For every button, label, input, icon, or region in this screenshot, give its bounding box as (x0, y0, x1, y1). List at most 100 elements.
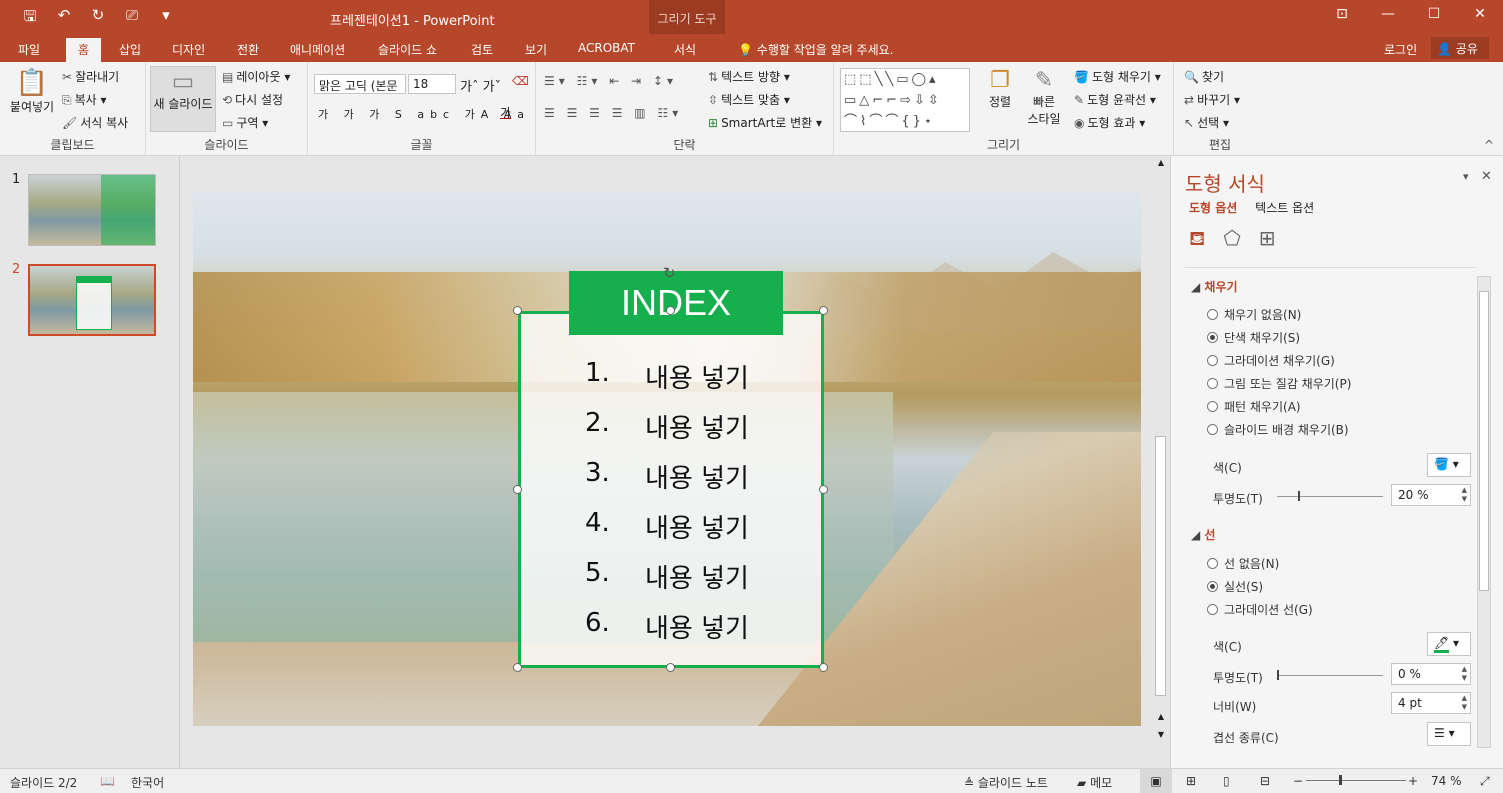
text-direction-button[interactable]: ⇅ 텍스트 방향 ▾ (708, 68, 790, 85)
line-color-button[interactable]: 🖊 ▾ (1427, 632, 1471, 656)
smartart-button[interactable]: ⊞ SmartArt로 변환 ▾ (708, 114, 822, 131)
arrange-button[interactable]: ❐ 정렬 (982, 68, 1018, 110)
zoom-slider[interactable] (1306, 775, 1406, 785)
pane-scrollbar[interactable] (1477, 276, 1491, 748)
tab-shape-options[interactable]: 도형 옵션 (1189, 201, 1237, 215)
compound-type-button[interactable]: ☰ ▾ (1427, 722, 1471, 746)
line-option-solid[interactable]: 실선(S) (1207, 578, 1263, 595)
fill-color-button[interactable]: 🪣 ▾ (1427, 453, 1471, 477)
line-section-header[interactable]: ◢ 선 (1191, 526, 1215, 543)
collapse-ribbon-icon[interactable]: ^ (1484, 138, 1494, 152)
resize-handle[interactable] (666, 306, 675, 315)
resize-handle[interactable] (513, 485, 522, 494)
resize-handle[interactable] (819, 306, 828, 315)
fill-option-picture[interactable]: 그림 또는 질감 채우기(P) (1207, 375, 1351, 392)
zoom-out-icon[interactable]: − (1293, 774, 1303, 788)
spellcheck-icon[interactable]: 📖 (100, 774, 115, 788)
language[interactable]: 한국어 (131, 774, 164, 791)
ribbon-display-icon[interactable]: ⊡ (1330, 6, 1354, 22)
tab-text-options[interactable]: 텍스트 옵션 (1255, 201, 1314, 215)
font-size-combo[interactable]: 18 (408, 74, 456, 94)
select-button[interactable]: ↖ 선택 ▾ (1184, 114, 1229, 131)
tab-home[interactable]: 홈 (66, 38, 102, 62)
resize-handle[interactable] (819, 485, 828, 494)
size-properties-icon[interactable]: ⊞ (1259, 226, 1276, 253)
slider-knob[interactable] (1297, 491, 1300, 501)
tab-design[interactable]: 디자인 (172, 41, 205, 58)
minimize-icon[interactable]: — (1376, 6, 1400, 22)
slide-scrollbar[interactable]: ▲ ▲ ▼ (1153, 156, 1169, 768)
pane-options-icon[interactable]: ▾ (1463, 170, 1469, 183)
scroll-thumb[interactable] (1155, 436, 1166, 696)
zoom-in-icon[interactable]: + (1408, 774, 1418, 788)
tab-animations[interactable]: 애니메이션 (290, 41, 345, 58)
spinner-arrows-icon[interactable]: ▲ ▼ (1462, 694, 1467, 712)
section-button[interactable]: ▭ 구역 ▾ (222, 114, 268, 131)
spinner-arrows-icon[interactable]: ▲ ▼ (1462, 486, 1467, 504)
clear-format-icon[interactable]: ⌫ (512, 74, 529, 88)
format-painter-button[interactable]: 🖌 서식 복사 (62, 114, 128, 131)
quick-styles-button[interactable]: ✎ 빠른 스타일 (1022, 68, 1066, 127)
reading-view-icon[interactable]: ▯ (1223, 774, 1230, 788)
close-icon[interactable]: ✕ (1468, 6, 1492, 22)
fill-option-none[interactable]: 채우기 없음(N) (1207, 306, 1301, 323)
cut-button[interactable]: ✂ 잘라내기 (62, 68, 119, 85)
redo-icon[interactable]: ↻ (88, 6, 108, 31)
line-width-input[interactable]: 4 pt ▲ ▼ (1391, 692, 1471, 714)
tell-me-box[interactable]: 💡 수행할 작업을 알려 주세요. (738, 41, 893, 58)
fill-transparency-slider[interactable] (1277, 491, 1383, 501)
shape-outline-button[interactable]: ✎ 도형 윤곽선 ▾ (1074, 91, 1156, 108)
list-buttons[interactable]: ☰▾ ☷▾ ⇤ ⇥ ↕▾ (544, 74, 677, 88)
font-name-combo[interactable]: 맑은 고딕 (본문 (314, 74, 406, 94)
save-icon[interactable]: 🖫 (20, 6, 40, 31)
reset-button[interactable]: ⟲ 다시 설정 (222, 91, 283, 108)
tab-insert[interactable]: 삽입 (119, 41, 141, 58)
customize-icon[interactable]: ▾ (156, 6, 176, 31)
line-option-none[interactable]: 선 없음(N) (1207, 555, 1279, 572)
fill-option-slide-bg[interactable]: 슬라이드 배경 채우기(B) (1207, 421, 1349, 438)
shape-effects-button[interactable]: ◉ 도형 효과 ▾ (1074, 114, 1145, 131)
line-option-gradient[interactable]: 그라데이션 선(G) (1207, 601, 1313, 618)
maximize-icon[interactable]: ☐ (1422, 6, 1446, 22)
fill-option-pattern[interactable]: 패턴 채우기(A) (1207, 398, 1301, 415)
undo-icon[interactable]: ↶ (54, 6, 74, 31)
sign-in-link[interactable]: 로그인 (1384, 41, 1417, 58)
fill-section-header[interactable]: ◢ 채우기 (1191, 278, 1238, 295)
scroll-up-icon[interactable]: ▲ (1153, 158, 1169, 167)
find-button[interactable]: 🔍 찾기 (1184, 68, 1224, 85)
fill-transparency-input[interactable]: 20 % ▲ ▼ (1391, 484, 1471, 506)
line-transparency-slider[interactable] (1277, 670, 1383, 680)
resize-handle[interactable] (666, 663, 675, 672)
line-transparency-input[interactable]: 0 % ▲ ▼ (1391, 663, 1471, 685)
zoom-knob[interactable] (1339, 775, 1342, 785)
present-icon[interactable]: ⎚ (122, 6, 142, 31)
effects-pentagon-icon[interactable]: ⬠ (1223, 226, 1240, 253)
font-style-buttons[interactable]: 가 가 가 S abc 가A Aa (318, 106, 530, 122)
layout-button[interactable]: ▤ 레이아웃 ▾ (222, 68, 290, 85)
slide-thumbnail-1[interactable] (28, 174, 156, 246)
fill-option-solid[interactable]: 단색 채우기(S) (1207, 329, 1300, 346)
fill-option-gradient[interactable]: 그라데이션 채우기(G) (1207, 352, 1335, 369)
pane-scroll-thumb[interactable] (1479, 291, 1489, 591)
slideshow-icon[interactable]: ⊟ (1260, 774, 1270, 788)
normal-view-icon[interactable]: ▣ (1140, 769, 1172, 793)
copy-button[interactable]: ⎘ 복사 ▾ (62, 91, 107, 108)
notes-button[interactable]: ≜ 슬라이드 노트 (964, 774, 1048, 791)
prev-slide-icon[interactable]: ▲ (1153, 712, 1169, 721)
zoom-level[interactable]: 74 % (1431, 774, 1462, 788)
slider-knob[interactable] (1277, 670, 1279, 680)
shape-fill-button[interactable]: 🪣 도형 채우기 ▾ (1074, 68, 1161, 85)
font-color-icon[interactable]: 가 (500, 104, 511, 121)
tab-review[interactable]: 검토 (471, 41, 493, 58)
next-slide-icon[interactable]: ▼ (1153, 730, 1169, 739)
pane-close-icon[interactable]: ✕ (1481, 169, 1492, 184)
slide-thumbnail-2[interactable] (28, 264, 156, 336)
paste-button[interactable]: 📋 붙여넣기 (6, 68, 58, 115)
rotate-handle-icon[interactable]: ↻ (663, 264, 676, 282)
tab-file[interactable]: 파일 (18, 41, 40, 58)
tab-acrobat[interactable]: ACROBAT (578, 41, 635, 55)
share-button[interactable]: 👤 공유 (1431, 37, 1489, 59)
grow-font-icon[interactable]: 가ˆ 가ˇ (460, 76, 501, 95)
resize-handle[interactable] (513, 663, 522, 672)
comments-button[interactable]: ▰ 메모 (1077, 774, 1112, 791)
